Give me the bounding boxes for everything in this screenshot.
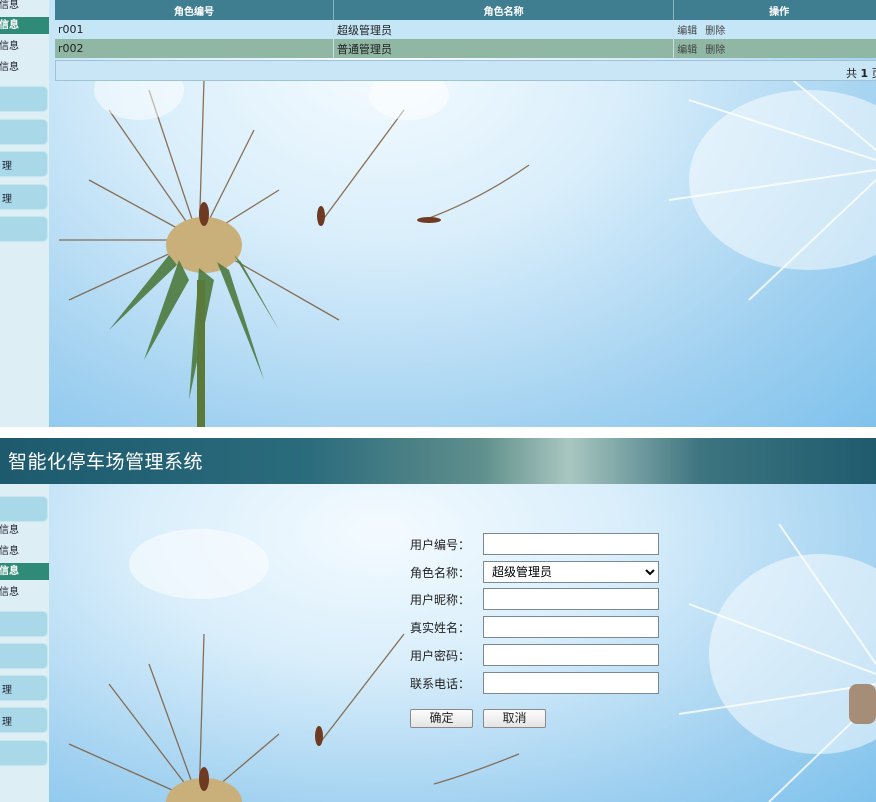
role-label: 角色名称： [410, 566, 471, 580]
page-count: 共 1 页 [846, 67, 876, 80]
role-id-cell: r001 [55, 20, 335, 39]
column-header-role-name: 角色名称 [333, 0, 675, 20]
role-id-cell: r002 [55, 39, 335, 58]
sidebar: 信息 信息 信息 信息 理 理 [0, 484, 49, 802]
sidebar-item[interactable]: 信息 [0, 0, 49, 14]
user-id-input[interactable] [483, 533, 659, 555]
actions-cell: 编辑 删除 [673, 20, 876, 39]
pagination-bar: 共 1 页 [55, 60, 876, 81]
actions-cell: 编辑 删除 [673, 39, 876, 58]
sidebar-menu-button[interactable] [0, 611, 48, 637]
sidebar-menu-button[interactable] [0, 643, 48, 669]
role-select[interactable]: 超级管理员 [483, 561, 659, 583]
panel-separator [0, 427, 876, 438]
table-row: r001 超级管理员 编辑 删除 [55, 20, 876, 39]
app-title: 智能化停车场管理系统 [8, 451, 204, 473]
sidebar-menu-button[interactable] [0, 119, 48, 145]
sidebar-item[interactable]: 信息 [0, 38, 49, 55]
table-row: r002 普通管理员 编辑 删除 [55, 39, 876, 58]
edit-link[interactable]: 编辑 [677, 26, 697, 37]
password-label: 用户密码： [410, 649, 471, 663]
sidebar-item-active[interactable]: 信息 [0, 563, 49, 580]
add-user-panel: 智能化停车场管理系统 信息 信息 信息 信息 理 理 用户编号： 角色名称： 超… [0, 438, 876, 802]
sidebar-menu-button[interactable] [0, 496, 48, 522]
user-id-label: 用户编号： [410, 538, 471, 552]
sidebar: 信息 信息 信息 信息 理 理 [0, 0, 49, 427]
delete-link[interactable]: 删除 [705, 26, 725, 37]
real-name-input[interactable] [483, 616, 659, 638]
password-input[interactable] [483, 644, 659, 666]
column-header-role-id: 角色编号 [55, 0, 335, 20]
sidebar-menu-button[interactable]: 理 [0, 675, 48, 701]
real-name-label: 真实姓名： [410, 621, 471, 635]
sidebar-menu-button[interactable] [0, 86, 48, 112]
sidebar-item[interactable]: 信息 [0, 584, 49, 601]
role-table: 角色编号 角色名称 操作 r001 超级管理员 编辑 删除 r002 普通管理员 … [55, 0, 876, 58]
sidebar-menu-button[interactable] [0, 740, 48, 766]
sidebar-item[interactable]: 信息 [0, 522, 49, 539]
sidebar-menu-button[interactable]: 理 [0, 151, 48, 177]
sidebar-item[interactable]: 信息 [0, 59, 49, 76]
phone-label: 联系电话： [410, 677, 471, 691]
sidebar-item[interactable]: 信息 [0, 543, 49, 560]
sidebar-menu-button[interactable] [0, 216, 48, 242]
delete-link[interactable]: 删除 [705, 45, 725, 56]
confirm-button[interactable]: 确定 [410, 709, 473, 728]
cancel-button[interactable]: 取消 [483, 709, 546, 728]
app-header: 智能化停车场管理系统 [0, 438, 876, 484]
dandelion-illustration [68, 523, 876, 802]
role-name-cell: 超级管理员 [333, 20, 675, 39]
column-header-actions: 操作 [673, 0, 876, 20]
table-header-row: 角色编号 角色名称 操作 [55, 0, 876, 20]
dandelion-background [49, 484, 876, 802]
edit-link[interactable]: 编辑 [677, 45, 697, 56]
nickname-label: 用户昵称： [410, 593, 471, 607]
nickname-input[interactable] [483, 588, 659, 610]
role-list-panel: 信息 信息 信息 信息 理 理 角色编号 角色名称 操作 r001 超级管理员 … [0, 0, 876, 427]
role-name-cell: 普通管理员 [333, 39, 675, 58]
sidebar-item-active[interactable]: 信息 [0, 17, 49, 34]
sidebar-menu-button[interactable]: 理 [0, 184, 48, 210]
phone-input[interactable] [483, 672, 659, 694]
sidebar-menu-button[interactable]: 理 [0, 707, 48, 733]
